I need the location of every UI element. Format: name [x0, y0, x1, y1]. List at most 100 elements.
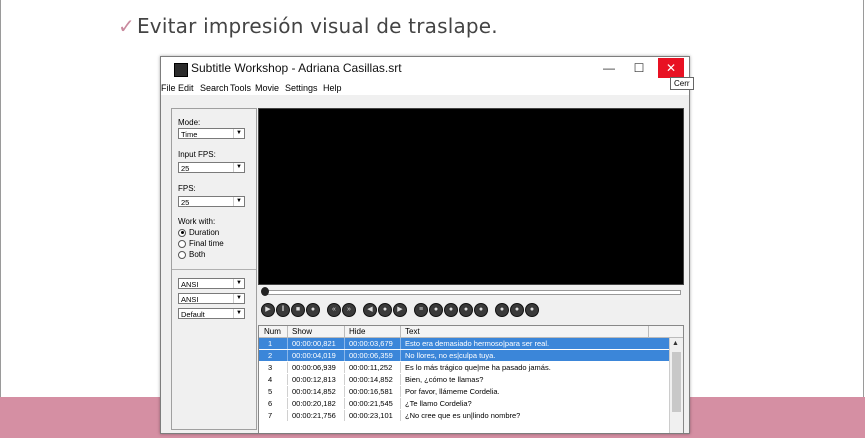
- column-divider: [648, 326, 649, 337]
- close-button[interactable]: ✕: [658, 58, 684, 78]
- table-row[interactable]: 4 00:00:12,813 00:00:14,852 Bien, ¿cómo …: [259, 374, 669, 385]
- maximize-button[interactable]: ☐: [623, 59, 655, 77]
- table-row[interactable]: 1 00:00:00,821 00:00:03,679 Esto era dem…: [259, 338, 669, 349]
- delay-icon[interactable]: ●: [525, 303, 539, 317]
- menu-help[interactable]: Help: [323, 83, 342, 93]
- input-fps-value: 25: [181, 164, 190, 173]
- cell-divider: [400, 374, 401, 385]
- end-sync-icon[interactable]: ●: [474, 303, 488, 317]
- panel-divider: [172, 269, 256, 270]
- column-show[interactable]: Show: [292, 327, 312, 336]
- cell-divider: [287, 374, 288, 385]
- radio-dot-icon: [178, 239, 186, 248]
- menu-settings[interactable]: Settings: [285, 83, 318, 93]
- cell-show: 00:00:04,019: [292, 351, 336, 360]
- fps-value: 25: [181, 198, 190, 207]
- settings-panel: Mode: Time ▼ Input FPS: 25 ▼ FPS: 25 ▼ Work…: [171, 108, 257, 430]
- mode-select[interactable]: Time ▼: [178, 128, 245, 139]
- table-row[interactable]: 2 00:00:04,019 00:00:06,359 No llores, n…: [259, 350, 669, 361]
- menu-edit[interactable]: Edit: [178, 83, 194, 93]
- prev-frame-icon[interactable]: ◀: [363, 303, 377, 317]
- cell-hide: 00:00:21,545: [349, 399, 393, 408]
- column-num[interactable]: Num: [264, 327, 281, 336]
- radio-label: Both: [189, 250, 206, 259]
- time-expander-icon[interactable]: ●: [510, 303, 524, 317]
- cell-text: No llores, no es|culpa tuya.: [405, 351, 496, 360]
- scrollbar-thumb[interactable]: [672, 352, 681, 412]
- minimize-button[interactable]: —: [593, 59, 625, 77]
- set-hide-icon[interactable]: ●: [444, 303, 458, 317]
- charset-select-2[interactable]: ANSI ▼: [178, 293, 245, 304]
- radio-both[interactable]: Both: [178, 250, 205, 259]
- radio-final-time[interactable]: Final time: [178, 239, 224, 248]
- table-row[interactable]: 6 00:00:20,182 00:00:21,545 ¿Te llamo Co…: [259, 398, 669, 409]
- cell-num: 5: [268, 387, 273, 396]
- menu-file[interactable]: File: [161, 83, 176, 93]
- start-sync-icon[interactable]: ●: [459, 303, 473, 317]
- pause-icon[interactable]: ‖: [276, 303, 290, 317]
- set-show-icon[interactable]: ●: [429, 303, 443, 317]
- cell-show: 00:00:06,939: [292, 363, 336, 372]
- window-title: Subtitle Workshop - Adriana Casillas.srt: [191, 61, 402, 75]
- cell-hide: 00:00:16,581: [349, 387, 393, 396]
- table-row[interactable]: 5 00:00:14,852 00:00:16,581 Por favor, l…: [259, 386, 669, 397]
- add-subtitle-icon[interactable]: ●: [495, 303, 509, 317]
- video-preview[interactable]: [258, 108, 684, 285]
- chevron-down-icon: ▼: [233, 129, 244, 138]
- radio-duration[interactable]: Duration: [178, 228, 219, 237]
- fps-label: FPS:: [178, 184, 196, 193]
- stop-icon[interactable]: ■: [291, 303, 305, 317]
- cell-text: Es lo más trágico que|me ha pasado jamás…: [405, 363, 551, 372]
- rewind-icon[interactable]: «: [327, 303, 341, 317]
- slide-border-left: [0, 0, 1, 438]
- cell-divider: [287, 350, 288, 361]
- input-fps-select[interactable]: 25 ▼: [178, 162, 245, 173]
- table-scrollbar[interactable]: ▲: [669, 338, 683, 433]
- cell-divider: [400, 398, 401, 409]
- menu-search[interactable]: Search: [200, 83, 229, 93]
- radio-label: Final time: [189, 239, 224, 248]
- cell-num: 1: [268, 339, 273, 348]
- next-frame-icon[interactable]: ▶: [393, 303, 407, 317]
- seek-handle[interactable]: [261, 287, 269, 296]
- cell-show: 00:00:00,821: [292, 339, 336, 348]
- cell-divider: [287, 386, 288, 397]
- slide-border-right: [863, 0, 864, 438]
- subtitle-table: Num Show Hide Text 1 00:00:00,821 00:00:…: [258, 325, 684, 433]
- loop-icon[interactable]: ●: [306, 303, 320, 317]
- subtitle-icon[interactable]: ≡: [414, 303, 428, 317]
- cell-divider: [344, 338, 345, 349]
- forward-icon[interactable]: »: [342, 303, 356, 317]
- cell-divider: [344, 410, 345, 421]
- fps-select[interactable]: 25 ▼: [178, 196, 245, 207]
- menu-movie[interactable]: Movie: [255, 83, 279, 93]
- column-text[interactable]: Text: [405, 327, 420, 336]
- chevron-down-icon: ▼: [233, 294, 244, 303]
- play-icon[interactable]: ▶: [261, 303, 275, 317]
- cell-divider: [400, 350, 401, 361]
- cell-hide: 00:00:23,101: [349, 411, 393, 420]
- cell-text: Esto era demasiado hermoso|para ser real…: [405, 339, 550, 348]
- menu-tools[interactable]: Tools: [230, 83, 251, 93]
- cell-divider: [400, 338, 401, 349]
- chevron-down-icon: ▼: [233, 197, 244, 206]
- table-row[interactable]: 3 00:00:06,939 00:00:11,252 Es lo más tr…: [259, 362, 669, 373]
- charset-select-3[interactable]: Default ▼: [178, 308, 245, 319]
- cell-num: 4: [268, 375, 273, 384]
- cell-divider: [344, 350, 345, 361]
- cell-divider: [287, 410, 288, 421]
- cell-divider: [344, 386, 345, 397]
- frame-icon[interactable]: ●: [378, 303, 392, 317]
- title-bar[interactable]: Subtitle Workshop - Adriana Casillas.srt…: [161, 57, 689, 81]
- seek-bar[interactable]: [263, 290, 681, 295]
- table-row[interactable]: 7 00:00:21,756 00:00:23,101 ¿No cree que…: [259, 410, 669, 421]
- chevron-down-icon: ▼: [233, 279, 244, 288]
- mode-value: Time: [181, 130, 198, 139]
- cell-divider: [287, 398, 288, 409]
- scroll-up-icon[interactable]: ▲: [672, 340, 679, 347]
- column-divider: [344, 326, 345, 337]
- mode-label: Mode:: [178, 118, 201, 127]
- charset-select-1[interactable]: ANSI ▼: [178, 278, 245, 289]
- column-hide[interactable]: Hide: [349, 327, 365, 336]
- cell-hide: 00:00:03,679: [349, 339, 393, 348]
